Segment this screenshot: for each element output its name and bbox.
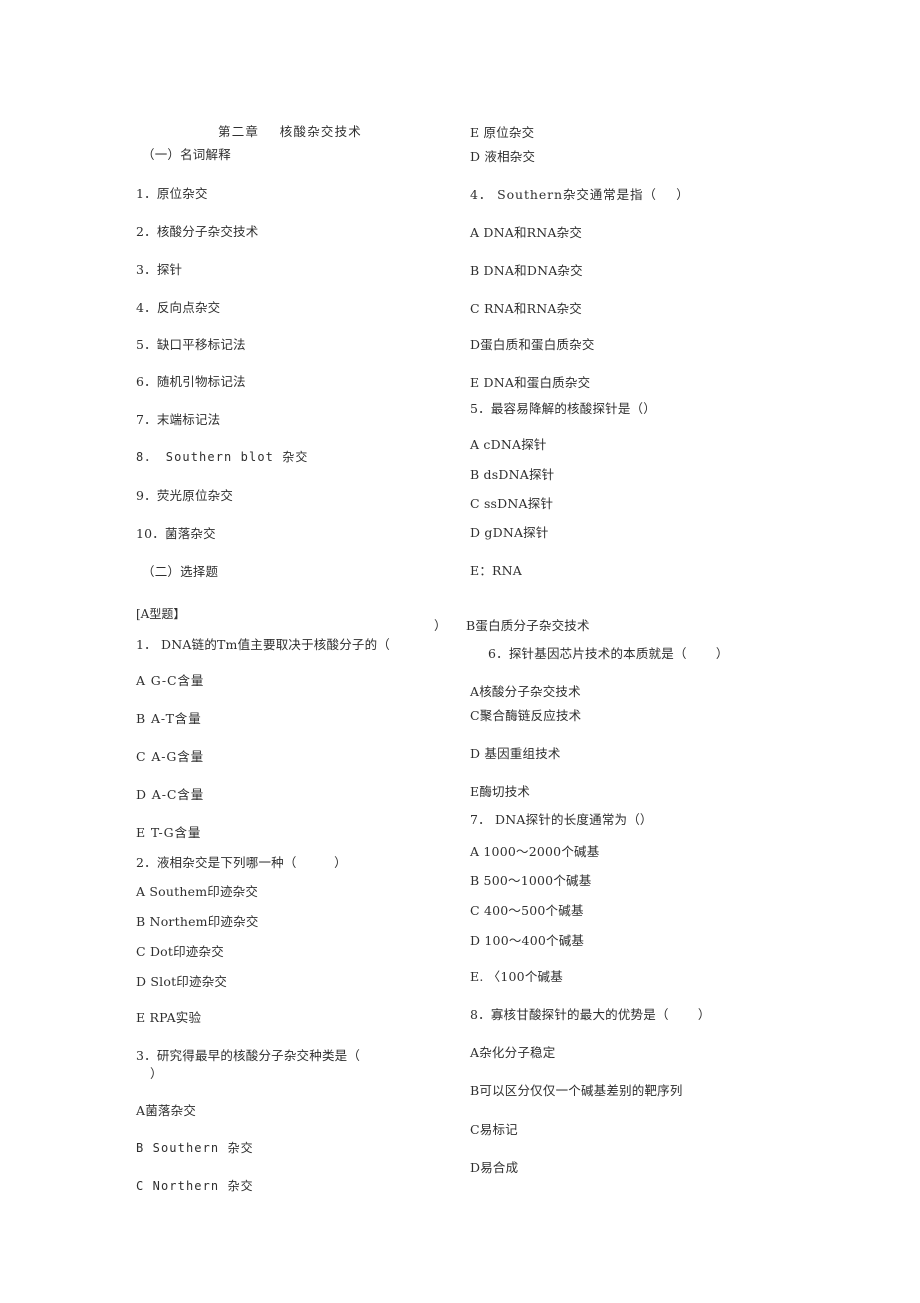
term-item: 4．反向点杂交: [136, 300, 221, 315]
option-item: C RNA和RNA杂交: [470, 301, 582, 316]
question-type-label: [A型题】: [136, 607, 186, 621]
term-item: 7．末端标记法: [136, 412, 221, 427]
option-item: B蛋白质分子杂交技术: [466, 618, 590, 633]
option-item: A核酸分子杂交技术: [470, 684, 581, 699]
term-item: 2．核酸分子杂交技术: [136, 224, 259, 239]
question-stem-3-continued: ）: [150, 1066, 163, 1081]
option-item: D蛋白质和蛋白质杂交: [470, 337, 595, 352]
option-item: E：RNA: [470, 563, 523, 578]
option-item: E酶切技术: [470, 784, 531, 799]
option-item: C ssDNA探针: [470, 496, 554, 511]
option-item: C聚合酶链反应技术: [470, 708, 582, 723]
option-item: A杂化分子稳定: [470, 1045, 556, 1060]
option-item: D 100～400个碱基: [470, 933, 585, 948]
option-item: C 400～500个碱基: [470, 903, 584, 918]
document-page: 第二章 核酸杂交技术 （一）名词解释 1．原位杂交 2．核酸分子杂交技术 3．探…: [0, 0, 920, 1303]
option-item: B A-T含量: [136, 711, 202, 726]
option-item: C Northern 杂交: [136, 1179, 254, 1193]
question-stem-5: 5．最容易降解的核酸探针是（）: [470, 401, 656, 416]
option-item: B可以区分仅仅一个碱基差别的靶序列: [470, 1083, 683, 1098]
option-item: A DNA和RNA杂交: [470, 225, 583, 240]
term-item: 1．原位杂交: [136, 186, 208, 201]
question-stem-8: 8．寡核甘酸探针的最大的优势是（ ）: [470, 1007, 711, 1022]
term-item: 10．菌落杂交: [136, 526, 216, 541]
option-item: D 液相杂交: [470, 149, 536, 164]
option-item: B dsDNA探针: [470, 467, 555, 482]
option-item: E RPA实验: [136, 1010, 202, 1025]
option-item: B Northem印迹杂交: [136, 914, 259, 929]
option-item: A菌落杂交: [136, 1103, 197, 1118]
term-item: 9．荧光原位杂交: [136, 488, 234, 503]
option-item: B Southern 杂交: [136, 1141, 254, 1155]
term-item: 3．探针: [136, 262, 183, 277]
term-item: 8． Southern blot 杂交: [136, 450, 309, 464]
option-item: D 基因重组技术: [470, 746, 561, 761]
option-item: A 1000～2000个碱基: [470, 844, 600, 859]
option-item: C Dot印迹杂交: [136, 944, 224, 959]
question-stem-4: 4． Southern杂交通常是指（ ）: [470, 187, 690, 202]
option-item: C A-G含量: [136, 749, 205, 764]
question-stem-2: 2．液相杂交是下列哪一种（ ）: [136, 855, 347, 870]
option-item: D gDNA探针: [470, 525, 549, 540]
question-stem-1: 1． DNA链的Tm值主要取决于核酸分子的（: [136, 637, 391, 652]
option-item: D Slot印迹杂交: [136, 974, 228, 989]
term-item: 5．缺口平移标记法: [136, 337, 246, 352]
option-item: A G-C含量: [136, 673, 205, 688]
option-item: A Southem印迹杂交: [136, 884, 259, 899]
question-1-close-paren: ）: [434, 618, 447, 633]
option-item: B 500～1000个碱基: [470, 873, 592, 888]
option-item: E DNA和蛋白质杂交: [470, 375, 591, 390]
option-item: C易标记: [470, 1122, 518, 1137]
section-label-definitions: （一）名词解释: [142, 147, 231, 162]
term-item: 6．随机引物标记法: [136, 374, 246, 389]
option-item: D A-C含量: [136, 787, 205, 802]
question-stem-6: 6．探针基因芯片技术的本质就是（ ）: [488, 646, 729, 661]
option-item: E 原位杂交: [470, 125, 535, 140]
section-label-multiple-choice: （二）选择题: [142, 564, 219, 579]
question-stem-7: 7． DNA探针的长度通常为（）: [470, 812, 653, 827]
option-item: E. 〈100个碱基: [470, 969, 563, 984]
option-item: A cDNA探针: [470, 437, 547, 452]
option-item: E T-G含量: [136, 825, 202, 840]
option-item: B DNA和DNA杂交: [470, 263, 583, 278]
question-stem-3: 3．研究得最早的核酸分子杂交种类是（: [136, 1048, 361, 1063]
option-item: D易合成: [470, 1160, 519, 1175]
page-title: 第二章 核酸杂交技术: [218, 124, 362, 139]
